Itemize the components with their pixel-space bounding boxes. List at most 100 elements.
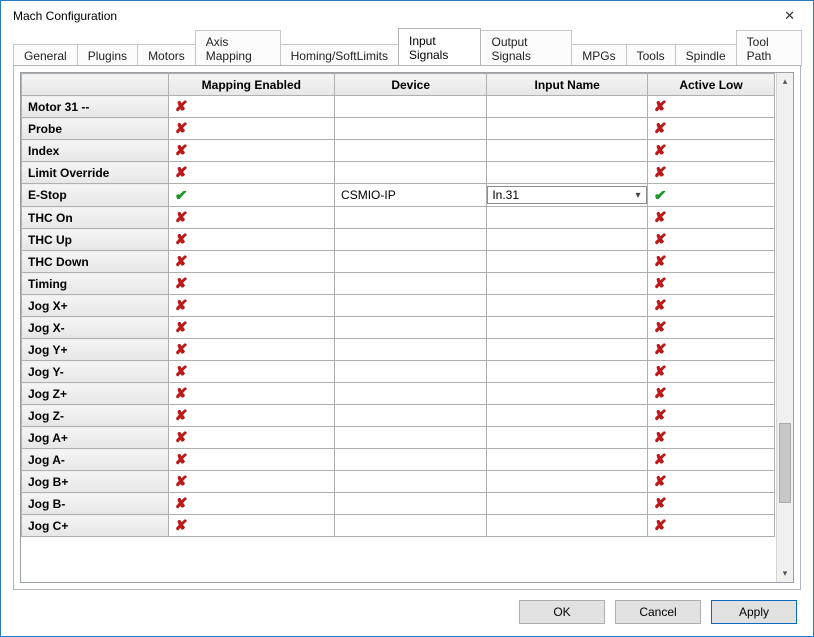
column-header[interactable]: Input Name <box>487 74 648 96</box>
cell-active-low[interactable]: ✘ <box>648 317 775 339</box>
column-header[interactable] <box>22 74 169 96</box>
tab-homing-softlimits[interactable]: Homing/SoftLimits <box>280 44 399 66</box>
cell-mapping-enabled[interactable]: ✘ <box>168 118 334 140</box>
cell-active-low[interactable]: ✘ <box>648 493 775 515</box>
cell-mapping-enabled[interactable]: ✘ <box>168 449 334 471</box>
cell-mapping-enabled[interactable]: ✘ <box>168 405 334 427</box>
cell-device[interactable] <box>335 471 487 493</box>
tab-input-signals[interactable]: Input Signals <box>398 28 482 65</box>
cell-input-name[interactable] <box>487 471 648 493</box>
row-header[interactable]: Timing <box>22 273 169 295</box>
tab-tools[interactable]: Tools <box>626 44 676 66</box>
tab-motors[interactable]: Motors <box>137 44 196 66</box>
scrollbar-track[interactable] <box>777 90 793 565</box>
cell-mapping-enabled[interactable]: ✘ <box>168 295 334 317</box>
cell-device[interactable] <box>335 427 487 449</box>
row-header[interactable]: THC On <box>22 207 169 229</box>
cell-mapping-enabled[interactable]: ✘ <box>168 229 334 251</box>
cell-input-name[interactable] <box>487 317 648 339</box>
scroll-down-arrow-icon[interactable]: ▾ <box>777 565 793 582</box>
row-header[interactable]: THC Up <box>22 229 169 251</box>
cell-active-low[interactable]: ✘ <box>648 515 775 537</box>
column-header[interactable]: Mapping Enabled <box>168 74 334 96</box>
cell-input-name[interactable] <box>487 273 648 295</box>
cell-active-low[interactable]: ✘ <box>648 140 775 162</box>
cell-device[interactable] <box>335 162 487 184</box>
cell-input-name[interactable] <box>487 405 648 427</box>
scrollbar-thumb[interactable] <box>779 423 791 503</box>
cell-mapping-enabled[interactable]: ✘ <box>168 339 334 361</box>
cell-device[interactable] <box>335 339 487 361</box>
cell-device[interactable]: CSMIO-IP <box>335 184 487 207</box>
cell-mapping-enabled[interactable]: ✘ <box>168 383 334 405</box>
cell-active-low[interactable]: ✘ <box>648 207 775 229</box>
cell-device[interactable] <box>335 317 487 339</box>
cell-active-low[interactable]: ✘ <box>648 471 775 493</box>
cell-input-name[interactable] <box>487 118 648 140</box>
cell-input-name[interactable] <box>487 515 648 537</box>
cell-mapping-enabled[interactable]: ✘ <box>168 317 334 339</box>
row-header[interactable]: Jog Z+ <box>22 383 169 405</box>
cell-active-low[interactable]: ✘ <box>648 96 775 118</box>
scroll-up-arrow-icon[interactable]: ▴ <box>777 73 793 90</box>
tab-plugins[interactable]: Plugins <box>77 44 138 66</box>
row-header[interactable]: Probe <box>22 118 169 140</box>
cell-device[interactable] <box>335 493 487 515</box>
close-button[interactable]: ✕ <box>776 4 803 28</box>
cell-device[interactable] <box>335 295 487 317</box>
cell-mapping-enabled[interactable]: ✘ <box>168 96 334 118</box>
ok-button[interactable]: OK <box>519 600 605 624</box>
tab-output-signals[interactable]: Output Signals <box>480 30 572 66</box>
cell-device[interactable] <box>335 361 487 383</box>
row-header[interactable]: THC Down <box>22 251 169 273</box>
cell-input-name[interactable] <box>487 229 648 251</box>
cell-active-low[interactable]: ✘ <box>648 273 775 295</box>
cell-active-low[interactable]: ✘ <box>648 162 775 184</box>
cell-mapping-enabled[interactable]: ✘ <box>168 162 334 184</box>
row-header[interactable]: Limit Override <box>22 162 169 184</box>
column-header[interactable]: Device <box>335 74 487 96</box>
column-header[interactable]: Active Low <box>648 74 775 96</box>
tab-mpgs[interactable]: MPGs <box>571 44 626 66</box>
cell-device[interactable] <box>335 140 487 162</box>
cell-input-name[interactable]: In.31▾ <box>487 184 648 207</box>
row-header[interactable]: Jog B- <box>22 493 169 515</box>
cell-device[interactable] <box>335 207 487 229</box>
row-header[interactable]: Jog B+ <box>22 471 169 493</box>
chevron-down-icon[interactable]: ▾ <box>630 187 646 203</box>
cell-device[interactable] <box>335 383 487 405</box>
cell-input-name[interactable] <box>487 140 648 162</box>
cell-input-name[interactable] <box>487 427 648 449</box>
cell-mapping-enabled[interactable]: ✘ <box>168 361 334 383</box>
cell-input-name[interactable] <box>487 449 648 471</box>
cell-device[interactable] <box>335 273 487 295</box>
apply-button[interactable]: Apply <box>711 600 797 624</box>
cell-active-low[interactable]: ✘ <box>648 405 775 427</box>
row-header[interactable]: Index <box>22 140 169 162</box>
row-header[interactable]: Jog C+ <box>22 515 169 537</box>
row-header[interactable]: Motor 31 -- <box>22 96 169 118</box>
row-header[interactable]: Jog Y+ <box>22 339 169 361</box>
cell-active-low[interactable]: ✘ <box>648 427 775 449</box>
cell-device[interactable] <box>335 449 487 471</box>
cell-device[interactable] <box>335 229 487 251</box>
cancel-button[interactable]: Cancel <box>615 600 701 624</box>
cell-active-low[interactable]: ✘ <box>648 118 775 140</box>
cell-active-low[interactable]: ✘ <box>648 251 775 273</box>
cell-mapping-enabled[interactable]: ✘ <box>168 207 334 229</box>
row-header[interactable]: Jog Y- <box>22 361 169 383</box>
cell-mapping-enabled[interactable]: ✘ <box>168 273 334 295</box>
cell-active-low[interactable]: ✘ <box>648 361 775 383</box>
cell-input-name[interactable] <box>487 295 648 317</box>
cell-active-low[interactable]: ✘ <box>648 339 775 361</box>
input-name-combo[interactable]: In.31▾ <box>487 186 647 204</box>
tab-spindle[interactable]: Spindle <box>675 44 737 66</box>
cell-device[interactable] <box>335 405 487 427</box>
cell-input-name[interactable] <box>487 96 648 118</box>
cell-mapping-enabled[interactable]: ✘ <box>168 140 334 162</box>
cell-input-name[interactable] <box>487 207 648 229</box>
cell-active-low[interactable]: ✘ <box>648 229 775 251</box>
cell-mapping-enabled[interactable]: ✔ <box>168 184 334 207</box>
cell-input-name[interactable] <box>487 383 648 405</box>
row-header[interactable]: Jog Z- <box>22 405 169 427</box>
